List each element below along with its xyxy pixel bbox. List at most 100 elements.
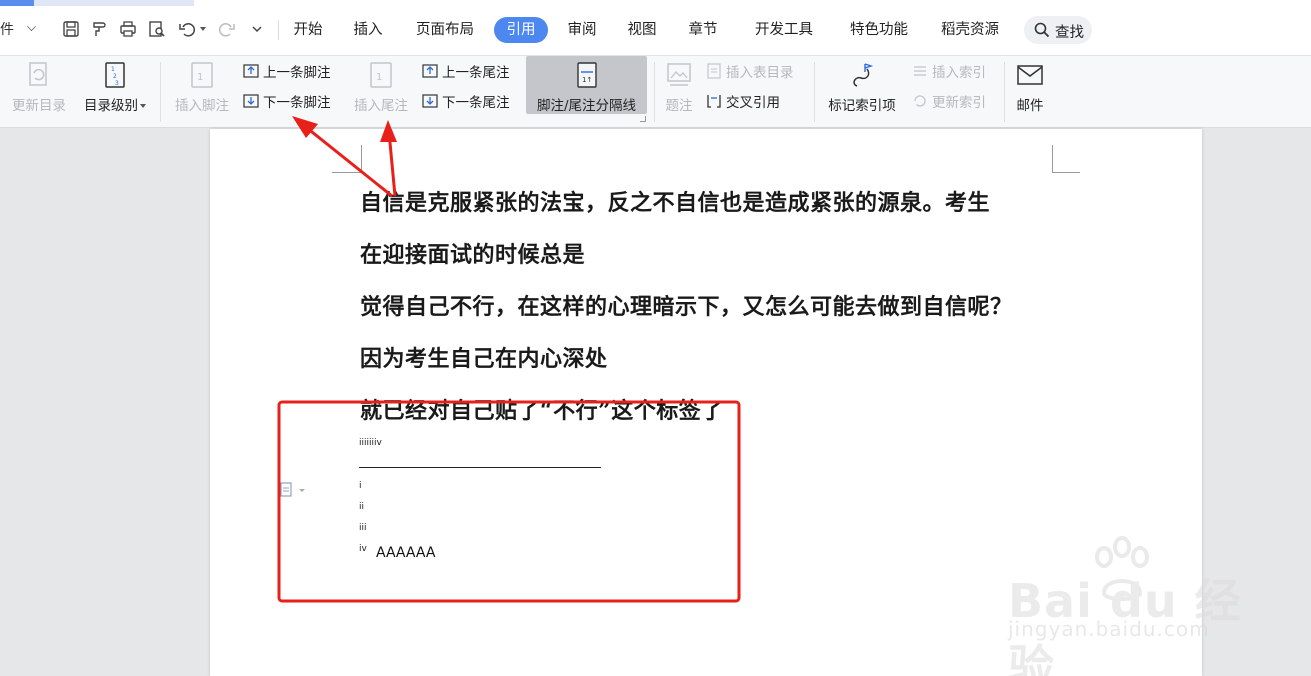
prev-endnote-label: 上一条尾注 [442, 65, 510, 81]
insert-index-icon [914, 66, 926, 76]
menu-bar: 件 开始 插入 页面布局 引用 审阅 视图 章节 开发工具 特色功能 稻壳资源 … [0, 0, 1311, 56]
undo-dropdown-icon[interactable] [196, 18, 208, 40]
tab-special-features[interactable]: 特色功能 [845, 17, 913, 43]
footnote-reference-marks[interactable]: iiiiiiiv [359, 438, 382, 448]
prev-endnote-button[interactable]: 上一条尾注 [421, 60, 510, 82]
prev-footnote-icon [243, 64, 259, 78]
document-tab[interactable] [34, 0, 194, 6]
document-tab-strip [0, 0, 34, 6]
next-footnote-icon [243, 94, 259, 108]
search-label: 查找 [1055, 25, 1084, 41]
ribbon-divider [654, 62, 655, 122]
insert-footnote-button: 1 插入脚注 [168, 56, 236, 128]
toc-level-button[interactable]: 123 目录级别 [78, 56, 152, 128]
update-index-icon [914, 95, 926, 107]
margin-corner-mark [1052, 145, 1080, 173]
insert-index-label: 插入索引 [932, 65, 986, 81]
file-menu[interactable]: 件 [0, 19, 14, 39]
insert-table-of-figures-button: 插入表目录 [705, 60, 794, 82]
mark-index-entry-label: 标记索引项 [828, 98, 896, 114]
body-paragraph[interactable]: 就已经对自己贴了“不行”这个标签了 [360, 393, 724, 425]
tab-docer-resources[interactable]: 稻壳资源 [936, 17, 1004, 43]
prev-endnote-icon [422, 64, 438, 78]
margin-corner-mark [332, 145, 362, 173]
footnote-separator-line-button[interactable]: 1↑ 脚注/尾注分隔线 [526, 56, 647, 128]
format-painter-icon[interactable] [88, 18, 110, 40]
cross-reference-icon [707, 95, 721, 108]
mark-index-icon [853, 63, 874, 87]
footnote-separator-line[interactable] [359, 467, 601, 468]
separator-line-icon: 1↑ [576, 62, 597, 88]
svg-text:1↑: 1↑ [582, 76, 592, 84]
customize-toolbar-icon[interactable] [246, 18, 268, 40]
cross-reference-label: 交叉引用 [726, 95, 780, 111]
tab-page-layout[interactable]: 页面布局 [412, 17, 478, 43]
toc-level-icon: 123 [105, 62, 125, 88]
mail-icon [1017, 65, 1043, 85]
svg-text:2: 2 [113, 73, 117, 80]
menu-divider [278, 20, 279, 40]
update-toc-label: 更新目录 [12, 98, 66, 114]
body-paragraph[interactable]: 在迎接面试的时候总是 [360, 237, 585, 269]
insert-endnote-label: 插入尾注 [354, 98, 408, 114]
tab-references[interactable]: 引用 [494, 17, 548, 43]
tab-home[interactable]: 开始 [286, 17, 330, 43]
chevron-down-icon[interactable] [27, 22, 36, 31]
undo-icon[interactable] [176, 18, 198, 40]
footnote-mark[interactable]: i [359, 481, 362, 491]
caption-label: 题注 [665, 98, 693, 114]
mark-index-entry-button[interactable]: 标记索引项 [820, 56, 904, 128]
insert-endnote-icon: 1 [370, 62, 392, 88]
toc-level-label: 目录级别 [84, 98, 138, 114]
next-endnote-icon [422, 94, 438, 108]
tab-developer-tools[interactable]: 开发工具 [750, 17, 818, 43]
separator-line-label: 脚注/尾注分隔线 [536, 98, 637, 114]
next-footnote-label: 下一条脚注 [263, 95, 331, 111]
print-icon[interactable] [117, 18, 139, 40]
footnote-mark[interactable]: iii [359, 523, 367, 533]
body-paragraph[interactable]: 因为考生自己在内心深处 [360, 341, 608, 373]
cross-reference-button[interactable]: 交叉引用 [705, 90, 780, 112]
insert-footnote-icon: 1 [191, 62, 213, 88]
search-button[interactable]: 查找 [1024, 16, 1092, 44]
prev-footnote-label: 上一条脚注 [263, 65, 331, 81]
prev-footnote-button[interactable]: 上一条脚注 [242, 60, 331, 82]
footnote-text[interactable]: AAAAAA [376, 545, 435, 561]
mail-button[interactable]: 邮件 [1010, 56, 1050, 128]
ribbon-divider [160, 62, 161, 122]
paste-options-icon[interactable] [280, 481, 306, 499]
redo-icon [216, 18, 238, 40]
print-preview-icon[interactable] [146, 18, 168, 40]
svg-text:1: 1 [111, 66, 115, 73]
update-index-label: 更新索引 [932, 95, 986, 111]
tab-review[interactable]: 审阅 [560, 17, 604, 43]
watermark-url: jingyan.baidu.com [1008, 617, 1210, 641]
tab-insert[interactable]: 插入 [346, 17, 390, 43]
next-endnote-label: 下一条尾注 [442, 95, 510, 111]
next-endnote-button[interactable]: 下一条尾注 [421, 90, 510, 112]
insert-index-button: 插入索引 [911, 60, 986, 82]
dialog-launcher-icon[interactable] [640, 116, 646, 122]
table-of-figures-icon [707, 63, 721, 79]
save-icon[interactable] [60, 18, 82, 40]
insert-footnote-label: 插入脚注 [175, 98, 229, 114]
tab-view[interactable]: 视图 [620, 17, 664, 43]
footnote-mark[interactable]: ii [359, 502, 364, 512]
toc-level-dropdown-icon [140, 104, 146, 108]
body-paragraph[interactable]: 自信是克服紧张的法宝，反之不自信也是造成紧张的源泉。考生 [360, 185, 990, 217]
tab-chapter[interactable]: 章节 [681, 17, 725, 43]
search-icon [1034, 22, 1050, 38]
insert-table-of-figures-label: 插入表目录 [726, 65, 794, 81]
svg-text:1: 1 [197, 72, 203, 83]
mail-label: 邮件 [1016, 98, 1044, 114]
body-paragraph[interactable]: 觉得自己不行，在这样的心理暗示下，又怎么可能去做到自信呢？ [360, 289, 1013, 321]
update-index-button: 更新索引 [911, 90, 986, 112]
caption-button: 题注 [658, 56, 700, 128]
next-footnote-button[interactable]: 下一条脚注 [242, 90, 331, 112]
footnote-mark[interactable]: iv [359, 544, 367, 554]
svg-text:3: 3 [115, 80, 119, 87]
insert-endnote-button: 1 插入尾注 [348, 56, 414, 128]
baidu-jingyan-watermark: Bai du 经验 jingyan.baidu.com [1000, 535, 1250, 676]
svg-text:1: 1 [376, 72, 382, 83]
ribbon-toolbar: 更新目录 123 目录级别 1 插入脚注 上一条脚注 下一条脚注 1 插入尾注 … [0, 56, 1311, 128]
